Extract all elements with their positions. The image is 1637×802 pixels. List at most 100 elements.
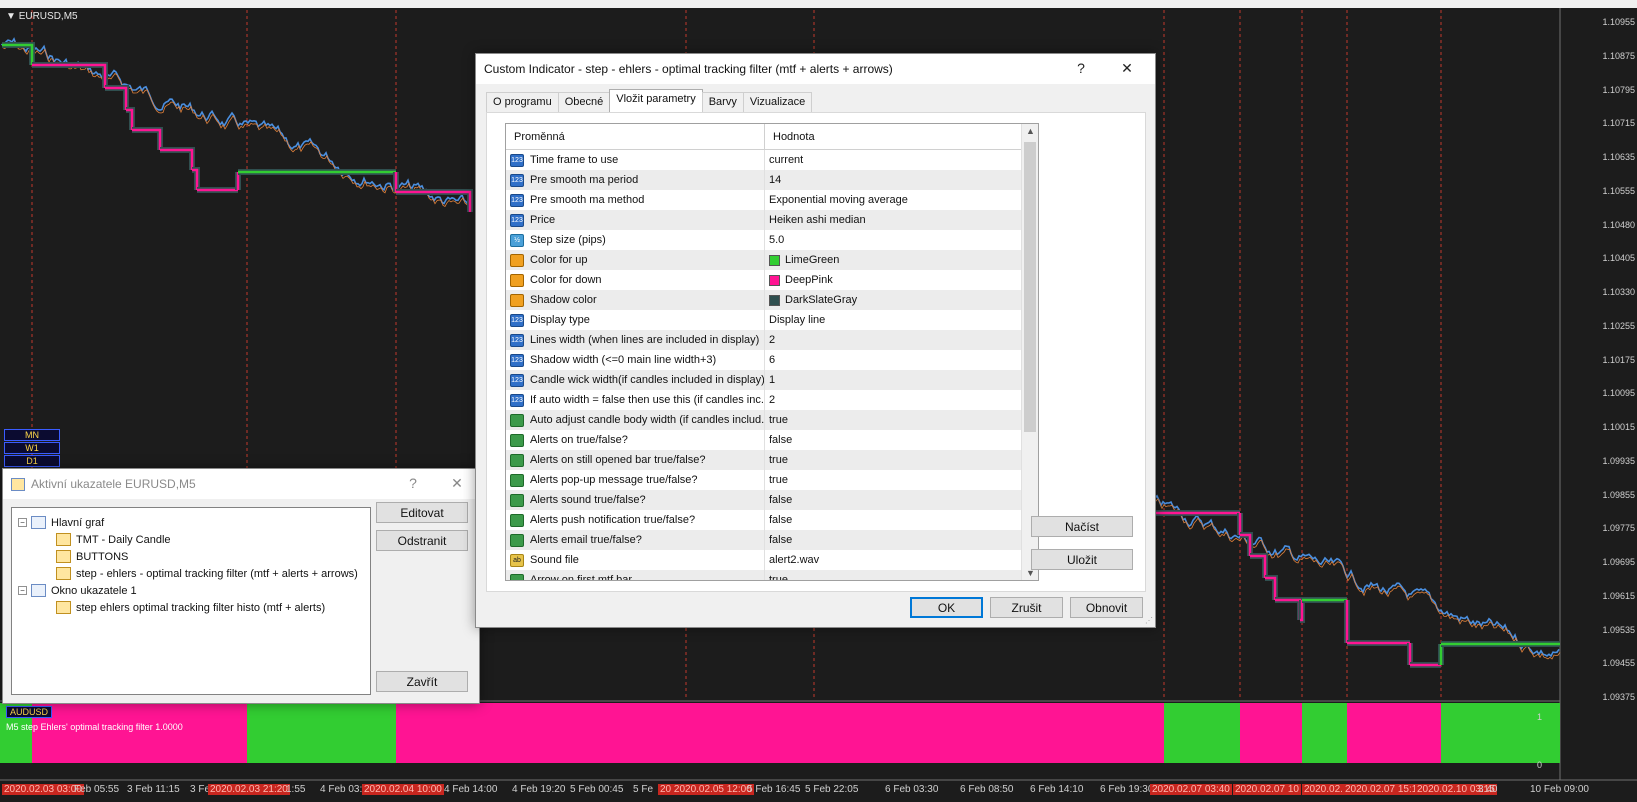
table-row[interactable]: Arrow on first mtf bar true [506,570,1038,580]
table-row[interactable]: 123 Price Heiken ashi median [506,210,1038,230]
tab-4[interactable]: Vizualizace [742,92,813,112]
param-name-cell[interactable]: 123 If auto width = false then use this (… [506,390,765,410]
tab-2[interactable]: Vložit parametry [609,89,703,113]
param-name-cell[interactable]: Color for up [506,250,765,270]
tab-0[interactable]: O programu [486,92,559,112]
table-row[interactable]: Alerts on still opened bar true/false? tr… [506,450,1038,470]
param-value-cell[interactable]: current [765,150,1038,170]
table-row[interactable]: 123 Shadow width (<=0 main line width+3) 6 [506,350,1038,370]
param-value-cell[interactable]: true [765,410,1038,430]
table-row[interactable]: 123 Lines width (when lines are included … [506,330,1038,350]
param-value-cell[interactable]: false [765,430,1038,450]
param-name-cell[interactable]: 123 Lines width (when lines are included … [506,330,765,350]
close-icon[interactable]: ✕ [447,475,467,492]
param-name-cell[interactable]: Alerts on true/false? [506,430,765,450]
param-name-cell[interactable]: Alerts sound true/false? [506,490,765,510]
param-name-cell[interactable]: Alerts push notification true/false? [506,510,765,530]
close-button[interactable]: Zavřít [376,671,468,692]
param-value-cell[interactable]: DeepPink [765,270,1038,290]
dialog-titlebar[interactable]: Custom Indicator - step - ehlers - optim… [476,54,1155,84]
tab-1[interactable]: Obecné [557,92,611,112]
param-value-cell[interactable]: false [765,510,1038,530]
param-value-cell[interactable]: true [765,570,1038,580]
param-value-cell[interactable]: Display line [765,310,1038,330]
color-swatch[interactable] [769,294,780,306]
color-swatch[interactable] [769,274,780,286]
param-value-cell[interactable]: Heiken ashi median [765,210,1038,230]
param-value-cell[interactable]: 14 [765,170,1038,190]
tf-box-d1[interactable]: D1 [4,455,60,467]
param-value-cell[interactable]: false [765,490,1038,510]
tab-3[interactable]: Barvy [701,92,744,112]
color-swatch[interactable] [769,254,780,266]
tf-box-w1[interactable]: W1 [4,442,60,454]
reset-button[interactable]: Obnovit [1070,597,1143,618]
param-name-cell[interactable]: 123 Time frame to use [506,150,765,170]
collapse-icon[interactable]: − [18,586,27,595]
table-row[interactable]: Alerts sound true/false? false [506,490,1038,510]
load-button[interactable]: Načíst [1031,516,1133,537]
param-value-cell[interactable]: 2 [765,330,1038,350]
ok-button[interactable]: OK [910,597,983,618]
table-row[interactable]: 123 If auto width = false then use this (… [506,390,1038,410]
table-row[interactable]: 123 Display type Display line [506,310,1038,330]
tree-indicator-node[interactable]: BUTTONS [56,548,128,565]
param-value-cell[interactable]: 5.0 [765,230,1038,250]
table-row[interactable]: Alerts push notification true/false? fals… [506,510,1038,530]
param-name-cell[interactable]: ab Sound file [506,550,765,570]
table-row[interactable]: 123 Time frame to use current [506,150,1038,170]
tree-indicator-node[interactable]: step - ehlers - optimal tracking filter … [56,565,358,582]
param-name-cell[interactable]: Alerts on still opened bar true/false? [506,450,765,470]
parameter-table[interactable]: Proměnná Hodnota 123 Time frame to use cur… [505,123,1039,581]
tree-indicator-node[interactable]: step ehlers optimal tracking filter hist… [56,599,325,616]
table-row[interactable]: Alerts on true/false? false [506,430,1038,450]
param-name-cell[interactable]: 123 Pre smooth ma period [506,170,765,190]
param-name-cell[interactable]: Alerts pop-up message true/false? [506,470,765,490]
tree-window-node[interactable]: − Hlavní graf [18,514,104,531]
param-name-cell[interactable]: Color for down [506,270,765,290]
table-row[interactable]: 123 Candle wick width(if candles included… [506,370,1038,390]
column-header-value[interactable]: Hodnota [765,124,815,149]
param-value-cell[interactable]: LimeGreen [765,250,1038,270]
indicator-tree[interactable]: − Hlavní graf TMT - Daily Candle BUTTONS ste… [11,507,371,695]
table-row[interactable]: 123 Pre smooth ma method Exponential movin… [506,190,1038,210]
param-name-cell[interactable]: 123 Price [506,210,765,230]
custom-indicator-dialog[interactable]: Custom Indicator - step - ehlers - optim… [475,53,1156,628]
param-name-cell[interactable]: ½ Step size (pips) [506,230,765,250]
active-indicators-dialog[interactable]: Aktivní ukazatele EURUSD,M5 ? ✕ − Hlavní … [2,468,480,704]
scroll-up-icon[interactable]: ▲ [1022,126,1038,136]
tree-indicator-node[interactable]: TMT - Daily Candle [56,531,171,548]
close-icon[interactable]: ✕ [1117,60,1137,77]
param-value-cell[interactable]: true [765,450,1038,470]
param-name-cell[interactable]: Shadow color [506,290,765,310]
symbol-button-audusd[interactable]: AUDUSD [6,706,53,718]
table-row[interactable]: 123 Pre smooth ma period 14 [506,170,1038,190]
param-name-cell[interactable]: Auto adjust candle body width (if candle… [506,410,765,430]
param-name-cell[interactable]: 123 Candle wick width(if candles included… [506,370,765,390]
column-header-variable[interactable]: Proměnná [506,124,765,149]
help-button[interactable]: ? [1071,60,1091,76]
table-row[interactable]: Alerts pop-up message true/false? true [506,470,1038,490]
scrollbar-thumb[interactable] [1024,142,1036,432]
table-row[interactable]: ab Sound file alert2.wav [506,550,1038,570]
dropdown-triangle-icon[interactable]: ▼ [6,11,19,22]
param-value-cell[interactable]: 6 [765,350,1038,370]
param-value-cell[interactable]: true [765,470,1038,490]
edit-button[interactable]: Editovat [376,502,468,523]
param-name-cell[interactable]: Arrow on first mtf bar [506,570,765,580]
param-name-cell[interactable]: 123 Pre smooth ma method [506,190,765,210]
tree-window-node[interactable]: − Okno ukazatele 1 [18,582,137,599]
help-button[interactable]: ? [403,475,423,491]
save-button[interactable]: Uložit [1031,549,1133,570]
param-value-cell[interactable]: alert2.wav [765,550,1038,570]
param-name-cell[interactable]: 123 Shadow width (<=0 main line width+3) [506,350,765,370]
tf-box-mn[interactable]: MN [4,429,60,441]
remove-button[interactable]: Odstranit [376,530,468,551]
table-row[interactable]: ½ Step size (pips) 5.0 [506,230,1038,250]
collapse-icon[interactable]: − [18,518,27,527]
vertical-scrollbar[interactable]: ▲ ▼ [1021,124,1038,580]
table-row[interactable]: Color for up LimeGreen [506,250,1038,270]
table-row[interactable]: Color for down DeepPink [506,270,1038,290]
table-row[interactable]: Auto adjust candle body width (if candle… [506,410,1038,430]
param-value-cell[interactable]: Exponential moving average [765,190,1038,210]
